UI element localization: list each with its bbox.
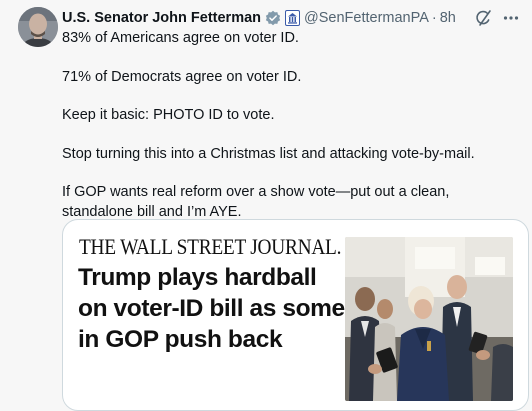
link-preview-card[interactable]: THE WALL STREET JOURNAL. Trump plays har… <box>62 219 529 411</box>
more-icon[interactable] <box>502 9 520 27</box>
tweet-paragraph: 71% of Democrats agree on voter ID. <box>62 68 302 85</box>
author-handle[interactable]: @SenFettermanPA <box>304 10 429 26</box>
grok-icon[interactable] <box>474 9 492 27</box>
tweet-timestamp[interactable]: 8h <box>440 10 456 26</box>
tweet-text: 83% of Americans agree on voter ID. 71% … <box>62 29 517 241</box>
article-photo <box>345 237 513 401</box>
author-avatar[interactable] <box>18 7 58 47</box>
header-actions <box>474 9 520 27</box>
verified-badge-icon[interactable] <box>265 10 281 26</box>
tweet-header: U.S. Senator John Fetterman @SenFetterma… <box>62 8 520 28</box>
tweet-paragraph: If GOP wants real reform over a show vot… <box>62 184 450 220</box>
separator-dot: · <box>431 10 437 26</box>
card-source: THE WALL STREET JOURNAL. <box>79 234 342 259</box>
tweet-paragraph: 83% of Americans agree on voter ID. <box>62 30 299 46</box>
tweet-paragraph: Keep it basic: PHOTO ID to vote. <box>62 107 275 123</box>
card-headline: Trump plays hardball on voter-ID bill as… <box>78 264 345 353</box>
tweet-paragraph: Stop turning this into a Christmas list … <box>62 145 475 162</box>
author-name[interactable]: U.S. Senator John Fetterman <box>62 10 261 26</box>
government-badge-icon[interactable] <box>285 10 301 26</box>
